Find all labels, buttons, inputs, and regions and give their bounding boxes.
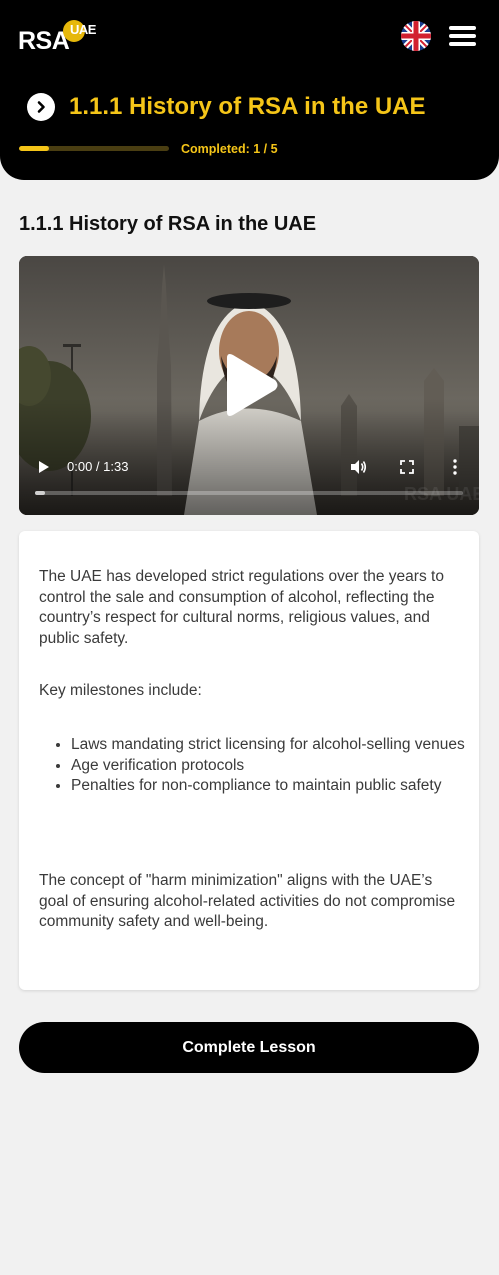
- complete-lesson-button[interactable]: Complete Lesson: [19, 1022, 479, 1073]
- header: RSA UAE 1.1.1 History of RSA in the UAE …: [0, 0, 499, 180]
- video-player[interactable]: RSA UAE 0:00 / 1:33: [19, 256, 479, 515]
- content-paragraph: Key milestones include:: [39, 682, 202, 699]
- list-item: Penalties for non-compliance to maintain…: [71, 776, 466, 797]
- page-title: 1.1.1 History of RSA in the UAE: [69, 93, 426, 120]
- video-seek-progress: [35, 491, 45, 495]
- more-options-icon[interactable]: [447, 458, 463, 476]
- volume-icon[interactable]: [349, 458, 367, 476]
- milestones-list: Laws mandating strict licensing for alco…: [71, 735, 466, 797]
- list-item: Age verification protocols: [71, 756, 466, 777]
- back-button[interactable]: [27, 93, 55, 121]
- progress-text: Completed: 1 / 5: [181, 142, 278, 156]
- play-overlay-button[interactable]: [217, 352, 281, 418]
- logo-text: RSA: [18, 27, 70, 55]
- video-seek-bar[interactable]: [35, 491, 463, 495]
- progress-bar: [19, 146, 169, 151]
- hamburger-menu-icon[interactable]: [449, 24, 477, 48]
- play-icon: [227, 354, 278, 416]
- list-item: Laws mandating strict licensing for alco…: [71, 735, 466, 756]
- content-paragraph: The UAE has developed strict regulations…: [39, 568, 444, 647]
- lesson-content-card: The UAE has developed strict regulations…: [19, 531, 479, 990]
- chevron-right-icon: [37, 101, 45, 113]
- video-time: 0:00 / 1:33: [67, 459, 129, 474]
- uk-flag-icon[interactable]: [401, 21, 431, 51]
- logo-badge-text: UAE: [70, 22, 96, 37]
- rsa-uae-logo[interactable]: RSA UAE: [18, 18, 98, 54]
- lesson-title: 1.1.1 History of RSA in the UAE: [19, 213, 317, 235]
- play-icon[interactable]: [37, 460, 51, 474]
- progress-bar-fill: [19, 146, 49, 151]
- content-paragraph: The concept of "harm minimization" align…: [39, 872, 456, 930]
- fullscreen-icon[interactable]: [399, 459, 415, 475]
